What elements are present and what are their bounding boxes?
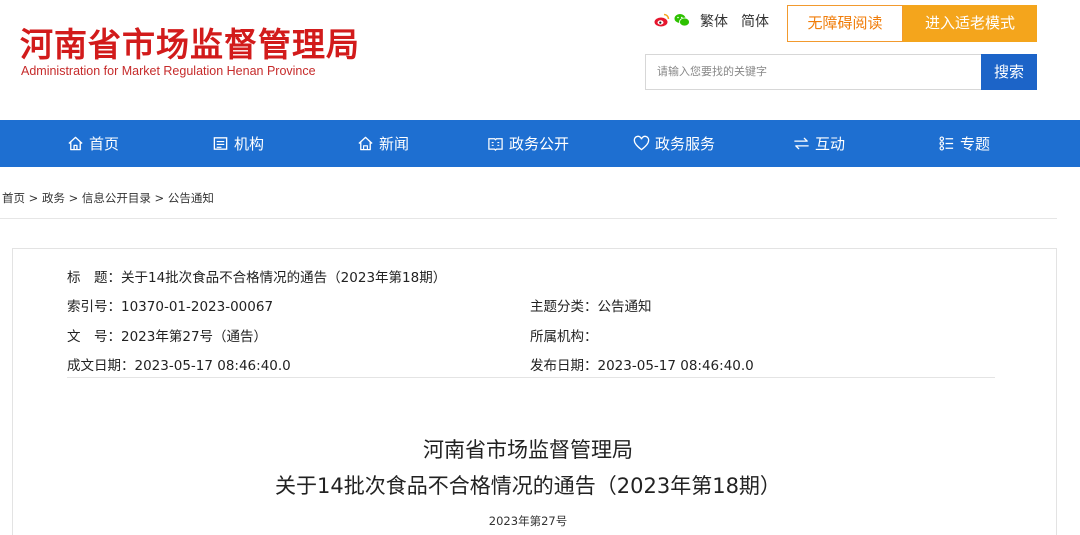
nav-item-label: 互动: [815, 135, 846, 153]
nav-item-organization[interactable]: 机构: [212, 120, 264, 167]
weibo-icon[interactable]: [654, 12, 670, 28]
nav-item-home[interactable]: 首页: [67, 120, 119, 167]
nav-item-label: 新闻: [379, 135, 410, 153]
nav-item-topics[interactable]: 专题: [938, 120, 990, 167]
search-button[interactable]: 搜索: [981, 54, 1037, 90]
document-title: 关于14批次食品不合格情况的通告（2023年第18期）: [275, 474, 781, 498]
accessible-reading-button[interactable]: 无障碍阅读: [787, 5, 903, 42]
nav-item-interaction[interactable]: 互动: [793, 120, 845, 167]
info-published-date: 发布日期：2023-05-17 08:46:40.0: [530, 358, 754, 374]
breadcrumb[interactable]: 首页 > 政务 > 信息公开目录 > 公告通知: [2, 190, 214, 206]
site-logo-cn[interactable]: 河南省市场监督管理局: [20, 18, 360, 66]
site-header: 河南省市场监督管理局 Administration for Market Reg…: [0, 0, 1080, 120]
home-icon: [68, 136, 83, 151]
breadcrumb-divider: [0, 218, 1057, 219]
simplified-chinese-link[interactable]: 简体: [741, 11, 769, 31]
heart-service-icon: [633, 135, 650, 151]
info-title: 标 题：关于14批次食品不合格情况的通告（2023年第18期）: [67, 270, 447, 286]
topic-list-icon: [939, 136, 954, 151]
nav-item-news[interactable]: 新闻: [357, 120, 409, 167]
nav-item-open-government[interactable]: 政务公开: [487, 120, 569, 167]
nav-item-label: 专题: [960, 135, 991, 153]
social-links: [654, 12, 690, 28]
info-document-number: 文 号：2023年第27号（通告）: [67, 329, 268, 345]
traditional-chinese-link[interactable]: 繁体: [700, 11, 728, 31]
info-agency: 所属机构：: [530, 329, 598, 345]
nav-item-label: 政务公开: [509, 135, 570, 153]
document-number: 2023年第27号: [488, 514, 568, 528]
search-input[interactable]: 请输入您要找的关键字: [645, 54, 981, 90]
organization-icon: [213, 137, 228, 150]
elder-mode-button[interactable]: 进入适老模式: [903, 5, 1037, 42]
nav-item-label: 政务服务: [655, 135, 716, 153]
nav-item-label: 首页: [89, 135, 120, 153]
info-category: 主题分类：公告通知: [530, 299, 652, 315]
exchange-icon: [794, 137, 809, 150]
info-index-number: 索引号：10370-01-2023-00067: [67, 299, 274, 315]
main-nav: 首页 机构 新闻 政务公开 政务服务 互动 专题: [0, 120, 1080, 167]
nav-item-government-services[interactable]: 政务服务: [633, 120, 715, 167]
document-title-agency: 河南省市场监督管理局: [423, 438, 633, 462]
info-separator: [67, 377, 995, 378]
wechat-icon[interactable]: [674, 12, 690, 28]
news-icon: [358, 136, 373, 151]
nav-item-label: 机构: [234, 135, 265, 153]
info-created-date: 成文日期：2023-05-17 08:46:40.0: [67, 358, 291, 374]
open-government-icon: [488, 138, 503, 151]
site-logo-en: Administration for Market Regulation Hen…: [21, 64, 316, 78]
